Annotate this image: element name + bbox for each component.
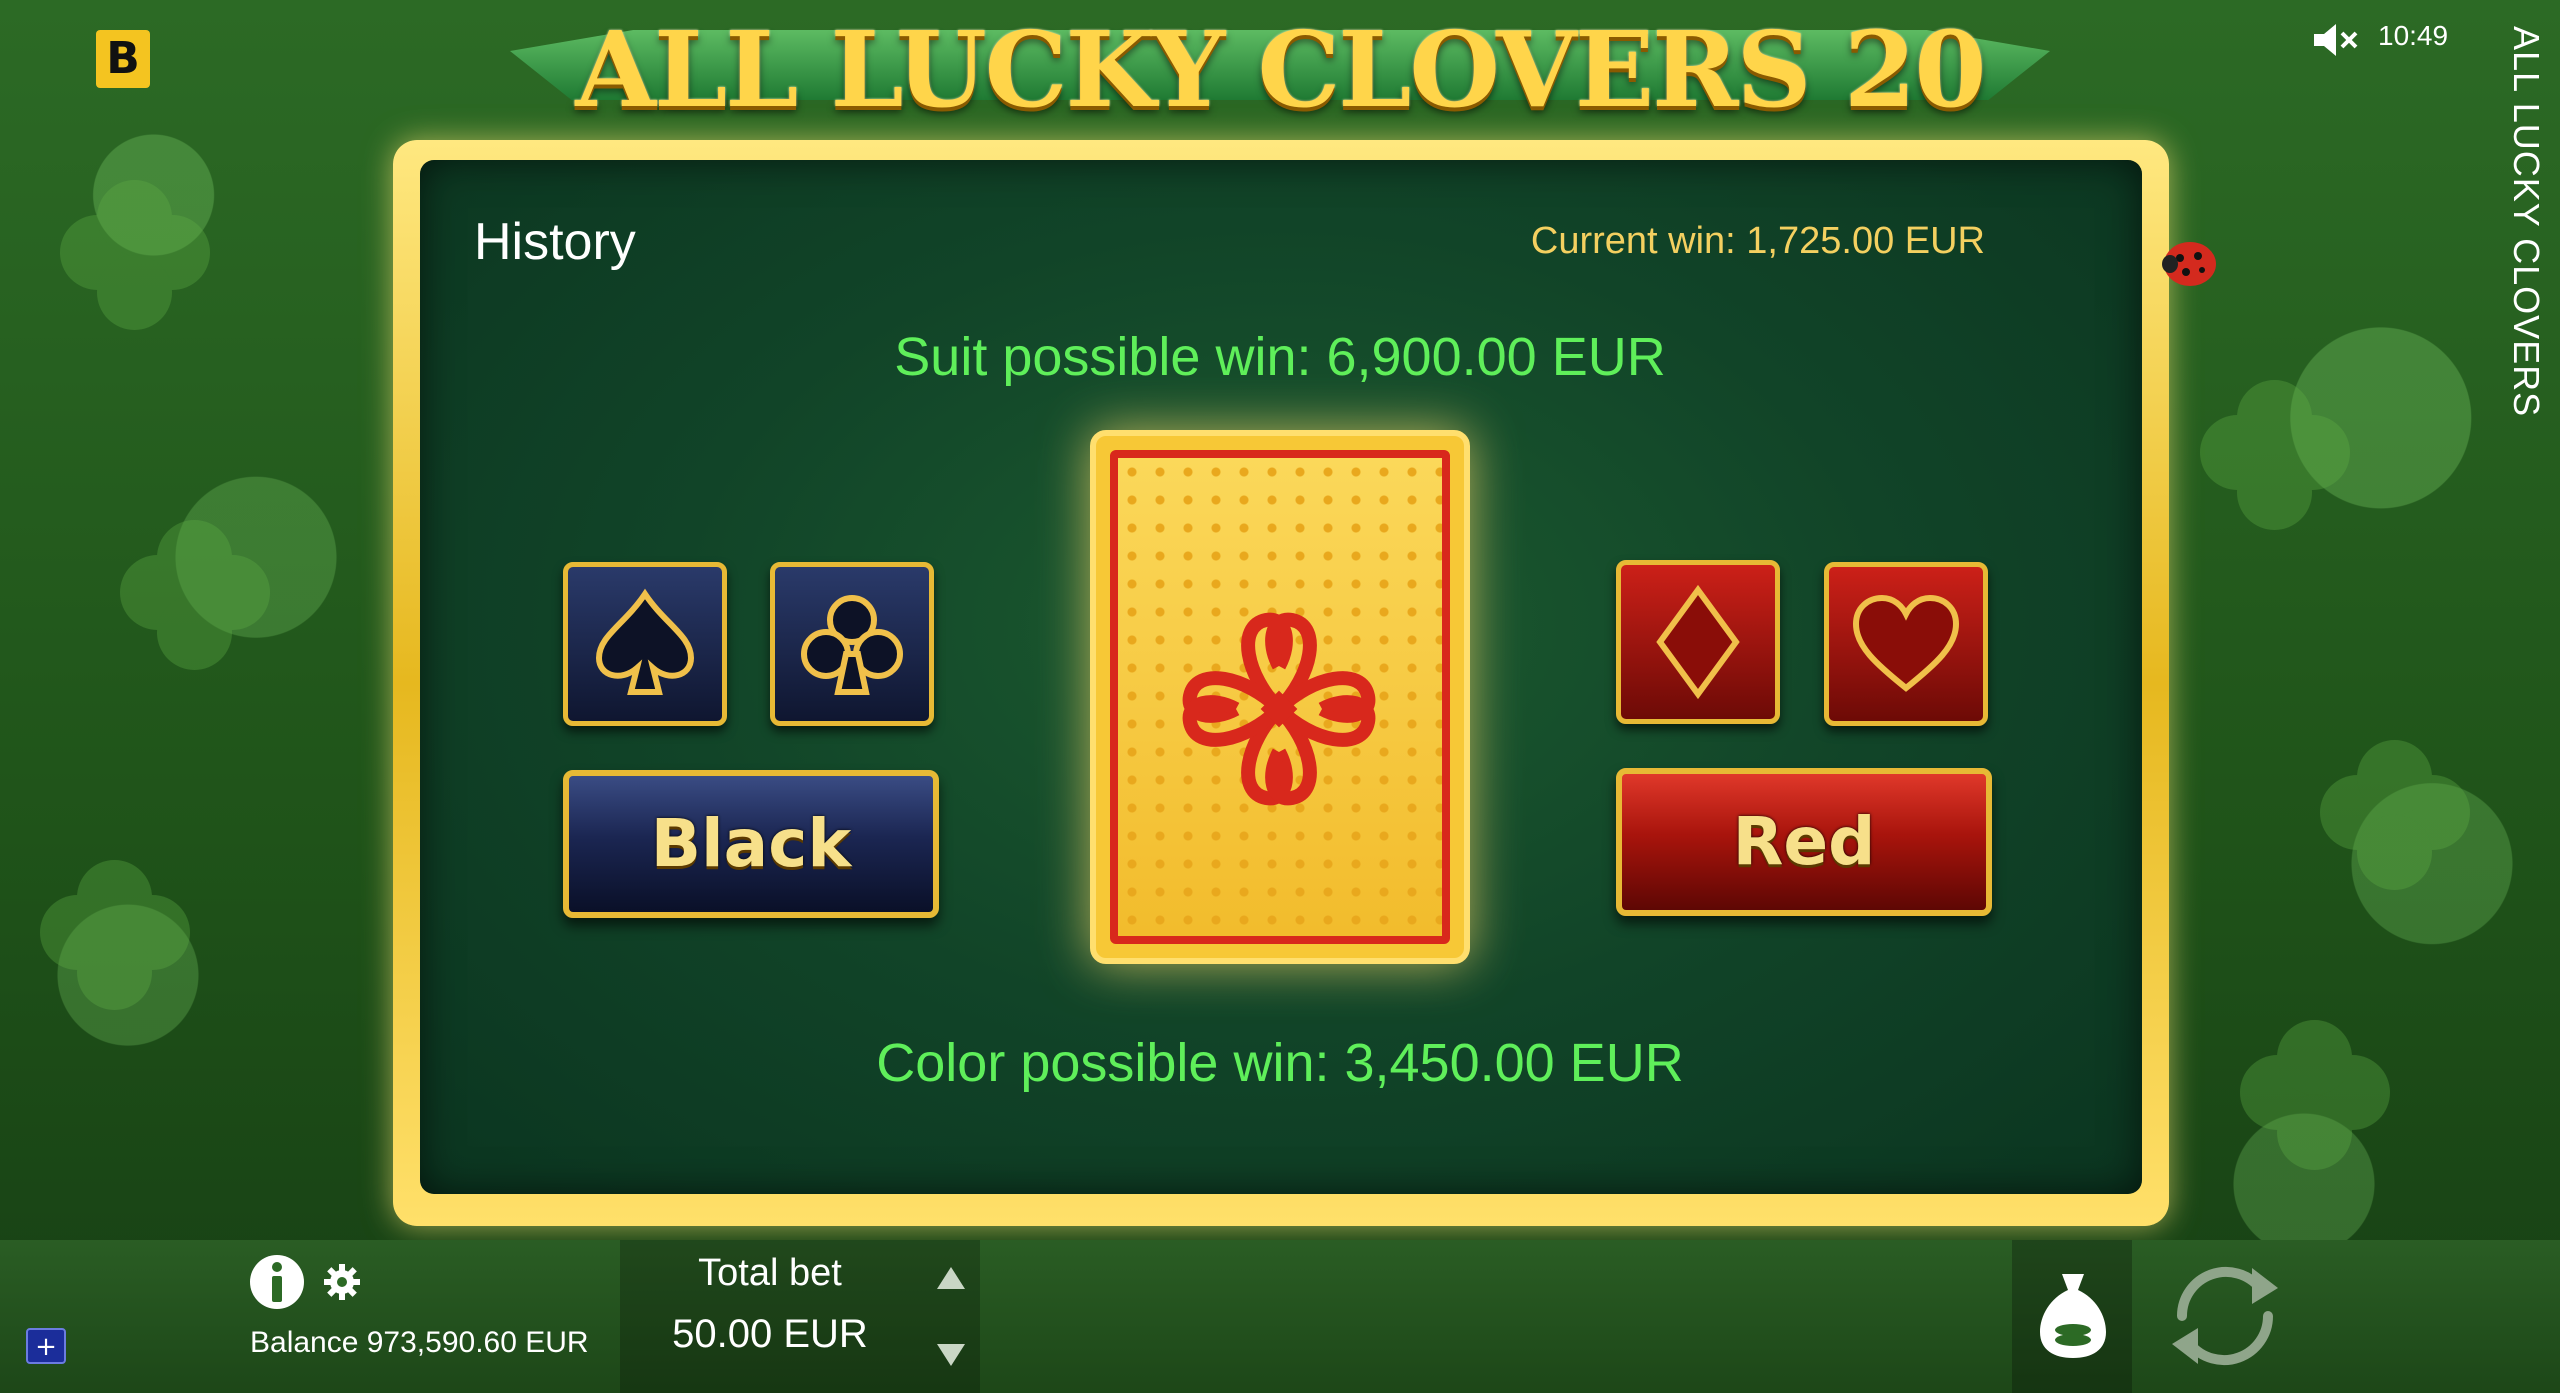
spade-icon	[595, 588, 695, 695]
total-bet-label: Total bet	[698, 1252, 842, 1294]
background-clover	[60, 180, 210, 330]
face-down-card	[1090, 430, 1470, 964]
bet-decrease-icon[interactable]	[935, 1342, 967, 1368]
collect-button[interactable]	[2012, 1240, 2132, 1393]
club-button[interactable]	[770, 562, 934, 726]
background-clover	[120, 520, 270, 670]
sound-muted-icon[interactable]	[2312, 22, 2358, 58]
spade-button[interactable]	[563, 562, 727, 726]
money-bag-icon	[2040, 1274, 2106, 1358]
suit-possible-win: Suit possible win: 6,900.00 EUR	[894, 327, 1666, 387]
clock: 10:49	[2378, 20, 2449, 51]
red-button[interactable]: Red	[1616, 768, 1992, 916]
history-label[interactable]: History	[474, 212, 636, 272]
spin-refresh-icon[interactable]	[2160, 1254, 2290, 1378]
total-bet-value: 50.00 EUR	[672, 1312, 868, 1356]
background-clover	[2320, 740, 2470, 890]
game-title-banner: ALL LUCKY CLOVERS 20	[510, 0, 2050, 140]
ladybug-icon	[2162, 242, 2216, 286]
heart-button[interactable]	[1824, 562, 1988, 726]
color-possible-win: Color possible win: 3,450.00 EUR	[876, 1033, 1684, 1093]
celtic-clover-icon	[1182, 612, 1376, 806]
brand-logo: B	[96, 30, 150, 88]
diamond-icon	[1656, 584, 1740, 700]
background-clover	[2200, 380, 2350, 530]
game-title: ALL LUCKY CLOVERS 20	[575, 8, 1986, 131]
plus-button[interactable]: +	[26, 1328, 66, 1364]
bet-increase-icon[interactable]	[935, 1265, 967, 1291]
gear-icon[interactable]	[322, 1262, 362, 1302]
club-icon	[801, 595, 903, 695]
balance: Balance 973,590.60 EUR	[250, 1326, 589, 1359]
black-button[interactable]: Black	[563, 770, 939, 918]
heart-icon	[1852, 594, 1960, 692]
current-win: Current win: 1,725.00 EUR	[1530, 220, 1985, 262]
background-clover	[40, 860, 190, 1010]
diamond-button[interactable]	[1616, 560, 1780, 724]
info-icon[interactable]	[248, 1253, 306, 1311]
